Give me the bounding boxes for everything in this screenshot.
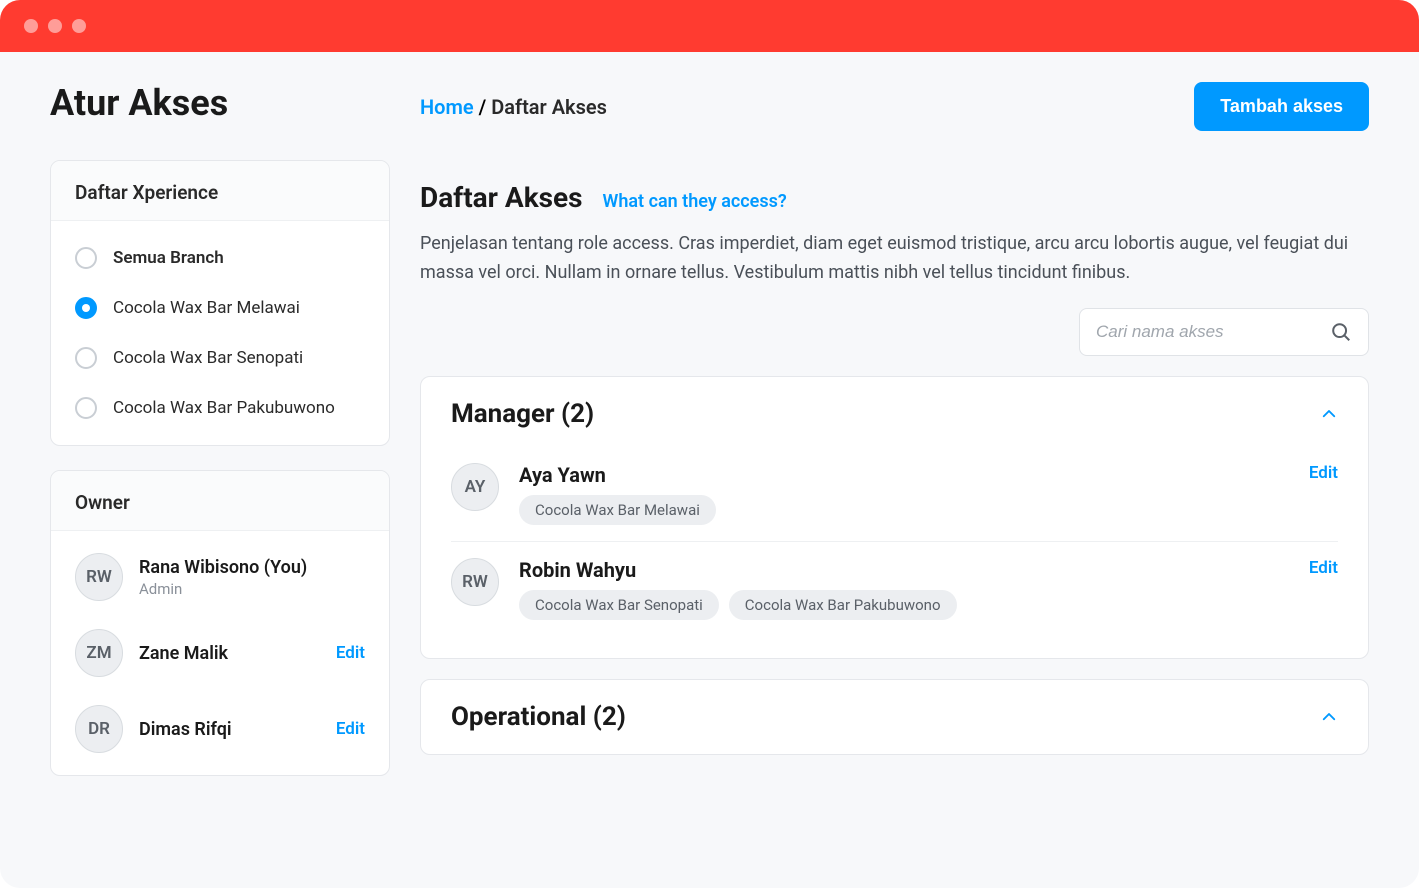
owner-name: Zane Malik [139, 643, 320, 664]
sidebar: Atur Akses Daftar Xperience Semua Branch… [50, 82, 390, 888]
section-title-row: Daftar Akses What can they access? [420, 181, 1369, 214]
avatar: RW [75, 553, 123, 601]
role-card: Manager (2) AY Aya Yawn Cocola Wax Bar Mela… [420, 376, 1369, 659]
avatar: DR [75, 705, 123, 753]
breadcrumb: Home / Daftar Akses [420, 95, 607, 119]
window-dot[interactable] [24, 19, 38, 33]
xperience-header: Daftar Xperience [51, 161, 389, 221]
page-title: Atur Akses [50, 82, 390, 124]
edit-link[interactable]: Edit [1309, 463, 1338, 483]
search-wrap [420, 308, 1369, 356]
branch-tags: Cocola Wax Bar Senopati Cocola Wax Bar Pa… [519, 590, 1289, 620]
top-row: Home / Daftar Akses Tambah akses [420, 82, 1369, 131]
owner-item: ZM Zane Malik Edit [51, 615, 389, 691]
app-window: Atur Akses Daftar Xperience Semua Branch… [0, 0, 1419, 888]
radio-icon [75, 247, 97, 269]
branch-tag: Cocola Wax Bar Senopati [519, 590, 719, 620]
chevron-up-icon [1320, 405, 1338, 423]
branch-tag: Cocola Wax Bar Pakubuwono [729, 590, 957, 620]
section-title: Daftar Akses [420, 181, 583, 214]
edit-link[interactable]: Edit [1309, 558, 1338, 578]
content-area: Atur Akses Daftar Xperience Semua Branch… [0, 52, 1419, 888]
owner-header: Owner [51, 471, 389, 531]
owner-list: RW Rana Wibisono (You) Admin ZM Zane Malik Ed… [51, 531, 389, 775]
branch-label: Cocola Wax Bar Senopati [113, 348, 303, 368]
owner-info: Rana Wibisono (You) Admin [139, 557, 365, 598]
help-link[interactable]: What can they access? [603, 191, 787, 212]
member-info: Robin WahyuCocola Wax Bar SenopatiCocola… [519, 558, 1289, 620]
owner-name: Rana Wibisono (You) [139, 557, 365, 578]
xperience-card: Daftar Xperience Semua Branch Cocola Wax … [50, 160, 390, 446]
role-title: Manager (2) [451, 399, 594, 429]
owner-name: Dimas Rifqi [139, 719, 320, 740]
branch-radio-item[interactable]: Cocola Wax Bar Senopati [51, 333, 389, 383]
titlebar [0, 0, 1419, 52]
window-dot[interactable] [72, 19, 86, 33]
branch-radio-item[interactable]: Semua Branch [51, 233, 389, 283]
role-card: Operational (2) [420, 679, 1369, 755]
add-access-button[interactable]: Tambah akses [1194, 82, 1369, 131]
branch-label: Cocola Wax Bar Melawai [113, 298, 300, 318]
section-description: Penjelasan tentang role access. Cras imp… [420, 230, 1369, 288]
edit-link[interactable]: Edit [336, 719, 365, 739]
branch-radio-list: Semua Branch Cocola Wax Bar Melawai Cocola… [51, 221, 389, 445]
role-header[interactable]: Operational (2) [451, 702, 1338, 732]
role-header[interactable]: Manager (2) [451, 399, 1338, 429]
breadcrumb-sep: / [474, 95, 492, 119]
owner-info: Dimas Rifqi [139, 719, 320, 740]
branch-label: Cocola Wax Bar Pakubuwono [113, 398, 335, 418]
owner-item: DR Dimas Rifqi Edit [51, 691, 389, 767]
role-title: Operational (2) [451, 702, 626, 732]
owner-info: Zane Malik [139, 643, 320, 664]
branch-tag: Cocola Wax Bar Melawai [519, 495, 716, 525]
radio-icon [75, 397, 97, 419]
member-info: Aya Yawn Cocola Wax Bar Melawai [519, 463, 1289, 525]
member-name: Robin Wahyu [519, 558, 1289, 582]
search-icon [1330, 321, 1352, 343]
avatar: RW [451, 558, 499, 606]
owner-card: Owner RW Rana Wibisono (You) Admin ZM Zane M… [50, 470, 390, 776]
roles-container: Manager (2) AY Aya Yawn Cocola Wax Bar Mela… [420, 376, 1369, 755]
branch-radio-item[interactable]: Cocola Wax Bar Pakubuwono [51, 383, 389, 433]
search-box[interactable] [1079, 308, 1369, 356]
member-name: Aya Yawn [519, 463, 1289, 487]
owner-role: Admin [139, 580, 365, 598]
member-row: RWRobin WahyuCocola Wax Bar SenopatiCoco… [451, 541, 1338, 636]
search-input[interactable] [1096, 322, 1330, 342]
avatar: AY [451, 463, 499, 511]
branch-radio-item[interactable]: Cocola Wax Bar Melawai [51, 283, 389, 333]
branch-tags: Cocola Wax Bar Melawai [519, 495, 1289, 525]
breadcrumb-current: Daftar Akses [491, 95, 607, 119]
avatar: ZM [75, 629, 123, 677]
edit-link[interactable]: Edit [336, 643, 365, 663]
window-dot[interactable] [48, 19, 62, 33]
breadcrumb-home[interactable]: Home [420, 95, 474, 119]
role-body: AY Aya Yawn Cocola Wax Bar Melawai Edit RW Ro… [451, 447, 1338, 636]
member-row: AY Aya Yawn Cocola Wax Bar Melawai Edit [451, 447, 1338, 541]
owner-item: RW Rana Wibisono (You) Admin [51, 539, 389, 615]
radio-icon [75, 347, 97, 369]
main-panel: Home / Daftar Akses Tambah akses Daftar … [420, 82, 1369, 888]
branch-label: Semua Branch [113, 248, 224, 268]
radio-icon [75, 297, 97, 319]
chevron-up-icon [1320, 708, 1338, 726]
